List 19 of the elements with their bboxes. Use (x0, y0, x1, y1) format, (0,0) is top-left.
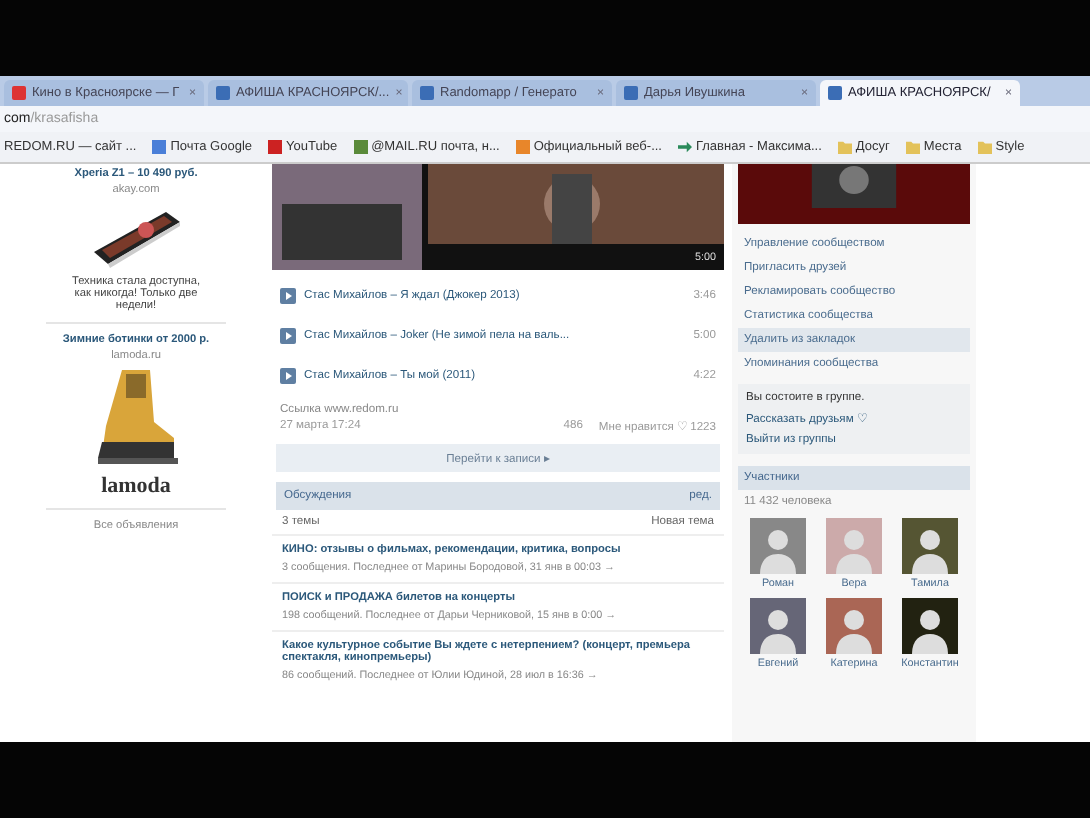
page-icon (420, 86, 434, 100)
folder-icon (905, 140, 920, 154)
play-icon[interactable] (280, 288, 296, 304)
page-icon (12, 86, 26, 100)
avatar-icon[interactable] (902, 518, 958, 574)
page-icon (216, 86, 230, 100)
ad-logo: lamoda (101, 474, 171, 498)
avatar-icon[interactable] (902, 598, 958, 654)
site-icon (268, 140, 283, 154)
play-icon[interactable] (280, 368, 296, 384)
site-icon (515, 140, 530, 154)
arrow-icon (677, 140, 692, 154)
site-icon (152, 140, 167, 154)
site-icon (353, 140, 368, 154)
folder-icon (977, 140, 992, 154)
page-icon (624, 86, 638, 100)
folder-icon (837, 140, 852, 154)
play-icon[interactable] (280, 328, 296, 344)
page-icon (828, 86, 842, 100)
